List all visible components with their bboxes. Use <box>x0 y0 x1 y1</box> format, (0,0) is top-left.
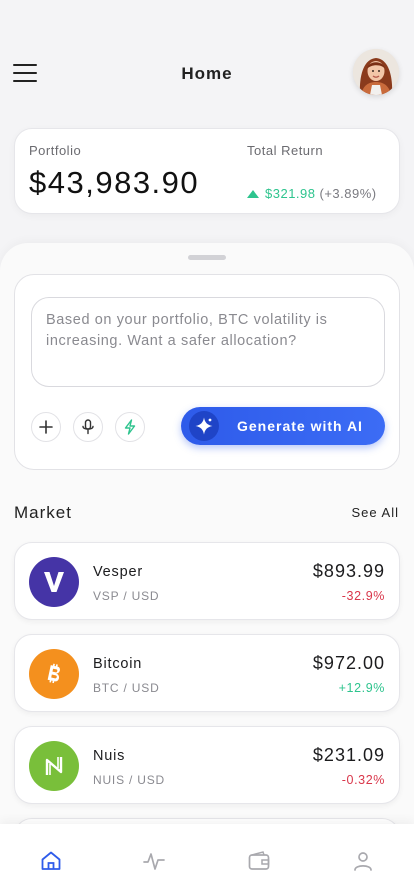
total-return-label: Total Return <box>247 143 324 158</box>
sparkle-icon <box>189 411 219 441</box>
activity-icon[interactable] <box>141 848 167 874</box>
coin-pair: BTC / USD <box>93 681 160 695</box>
market-item-vesper[interactable]: Vesper VSP / USD $893.99 -32.9% <box>14 542 400 620</box>
page-title: Home <box>181 64 233 83</box>
lightning-icon <box>124 419 136 435</box>
portfolio-label: Portfolio <box>29 143 82 158</box>
total-return-row: $321.98 (+3.89%) <box>247 186 377 201</box>
coin-pair: NUIS / USD <box>93 773 166 787</box>
coin-name: Nuis <box>93 748 126 764</box>
coin-change: -0.32% <box>341 773 385 787</box>
nuis-logo-icon <box>29 741 79 791</box>
sheet-grab-handle[interactable] <box>188 255 226 260</box>
portfolio-value: $43,983.90 <box>29 165 200 200</box>
quick-action-button[interactable] <box>115 412 145 442</box>
coin-change: -32.9% <box>341 589 385 603</box>
microphone-icon <box>82 419 94 435</box>
top-header: Home <box>0 48 414 100</box>
add-button[interactable] <box>31 412 61 442</box>
market-item-nuis[interactable]: Nuis NUIS / USD $231.09 -0.32% <box>14 726 400 804</box>
generate-with-ai-button[interactable]: Generate with AI <box>181 407 385 445</box>
ai-assistant-card: Based on your portfolio, BTC volatility … <box>14 274 400 470</box>
coin-change: +12.9% <box>338 681 385 695</box>
total-return-amount: $321.98 <box>265 186 316 201</box>
vesper-logo-icon <box>29 557 79 607</box>
bitcoin-logo-icon <box>29 649 79 699</box>
generate-with-ai-label: Generate with AI <box>237 418 363 434</box>
see-all-link[interactable]: See All <box>352 505 399 520</box>
profile-icon[interactable] <box>350 848 376 874</box>
coin-name: Vesper <box>93 564 143 580</box>
market-item-bitcoin[interactable]: Bitcoin BTC / USD $972.00 +12.9% <box>14 634 400 712</box>
bottom-tab-bar <box>0 824 414 896</box>
wallet-icon[interactable] <box>246 848 272 874</box>
plus-icon <box>39 420 53 434</box>
coin-price: $893.99 <box>312 561 385 581</box>
total-return-percent: (+3.89%) <box>319 186 377 201</box>
coin-pair: VSP / USD <box>93 589 160 603</box>
home-icon[interactable] <box>38 848 64 874</box>
coin-name: Bitcoin <box>93 656 143 672</box>
market-section-title: Market <box>14 503 72 522</box>
ai-prompt-input[interactable]: Based on your portfolio, BTC volatility … <box>31 297 385 387</box>
coin-price: $972.00 <box>312 653 385 673</box>
coin-price: $231.09 <box>312 745 385 765</box>
voice-input-button[interactable] <box>73 412 103 442</box>
portfolio-card[interactable]: Portfolio $43,983.90 Total Return $321.9… <box>14 128 400 214</box>
user-avatar[interactable] <box>353 49 399 95</box>
arrow-up-icon <box>247 189 259 198</box>
